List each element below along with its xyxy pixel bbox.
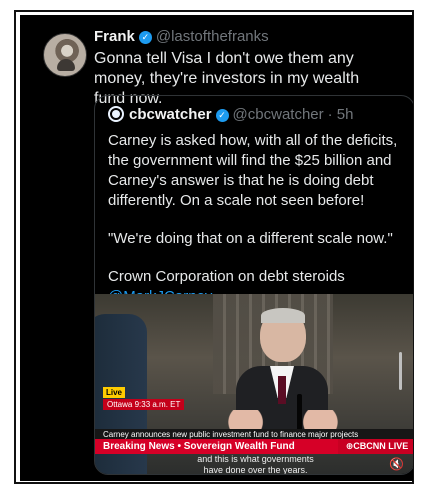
video-player[interactable]: Live Ottawa 9:33 a.m. ET Carney announce… [95,294,413,475]
quoted-paragraph-1: Carney is asked how, with all of the def… [108,132,398,209]
mute-icon[interactable]: 🔇 [389,457,404,471]
verified-badge-icon: ✓ [138,31,152,44]
location-time: Ottawa 9:33 a.m. ET [103,399,185,410]
quoted-author-name[interactable]: cbcwatcher [129,106,212,123]
scrollbar[interactable] [399,352,402,390]
quoted-time[interactable]: · 5h [328,106,354,123]
live-indicator: Live Ottawa 9:33 a.m. ET [103,387,185,410]
speaker-hair [261,308,305,323]
caption-line-2: have done over the years. [203,465,308,475]
quoted-verified-badge-icon: ✓ [215,109,229,122]
cbcwatcher-avatar-icon[interactable] [108,106,124,122]
quoted-tweet[interactable]: cbcwatcher ✓ @cbcwatcher · 5h Carney is ask… [94,95,413,475]
live-label: Live [103,387,126,398]
closed-caption: and this is what governments have done o… [95,454,413,475]
tweet-header: Frank ✓ @lastofthefranks [94,28,269,45]
frank-avatar[interactable] [43,33,87,77]
network-logo: ⊕CBCNN LIVE [338,439,413,454]
author-handle[interactable]: @lastofthefranks [156,28,269,45]
speaker-tie [278,376,286,404]
caption-line-1: and this is what governments [197,454,314,464]
quoted-paragraph-2: "We're doing that on a different scale n… [108,230,393,247]
quoted-header: cbcwatcher ✓ @cbcwatcher · 5h [108,106,354,123]
quoted-paragraph-3: Crown Corporation on debt steroids [108,268,345,285]
tweet-card: Frank ✓ @lastofthefranks Gonna tell Visa I… [20,15,413,481]
quoted-handle[interactable]: @cbcwatcher [233,106,324,123]
speaker-illustration [228,308,338,440]
author-name[interactable]: Frank [94,28,135,45]
quoted-text: Carney is asked how, with all of the def… [108,131,408,307]
